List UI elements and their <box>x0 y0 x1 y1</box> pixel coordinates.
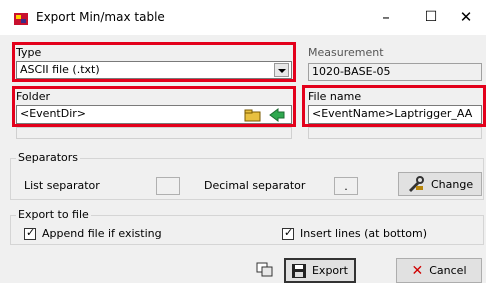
window-title: Export Min/max table <box>36 10 165 24</box>
checkmark-icon: ✓ <box>284 226 294 239</box>
append-checkbox[interactable]: ✓ <box>24 226 36 240</box>
change-label: Change <box>431 177 474 191</box>
folder-extra-row <box>16 127 292 139</box>
separators-title: Separators <box>16 151 81 164</box>
close-button[interactable]: ✕ <box>446 2 486 34</box>
measurement-field: 1020-BASE-05 <box>308 63 482 81</box>
copy-icon[interactable] <box>256 262 274 278</box>
measurement-label: Measurement <box>308 46 384 59</box>
decimal-separator-label: Decimal separator <box>204 179 306 192</box>
export-label: Export <box>311 264 348 277</box>
append-label: Append file if existing <box>42 227 162 240</box>
export-to-file-title: Export to file <box>16 208 91 221</box>
cancel-label: Cancel <box>429 264 467 277</box>
maximize-button[interactable]: ☐ <box>411 2 451 34</box>
minimize-button[interactable]: – <box>366 2 406 34</box>
save-icon <box>291 263 306 278</box>
filename-extra-row <box>308 127 482 139</box>
insert-lines-label: Insert lines (at bottom) <box>300 227 428 240</box>
cancel-button[interactable]: ✕ Cancel <box>396 258 482 283</box>
export-dialog: Export Min/max table – ☐ ✕ Type ASCII fi… <box>0 0 486 283</box>
filename-highlight <box>302 85 486 127</box>
title-bar: Export Min/max table – ☐ ✕ <box>0 0 486 35</box>
app-icon <box>14 13 28 25</box>
cancel-x-icon: ✕ <box>411 262 424 279</box>
tools-icon <box>409 176 424 192</box>
list-separator-field[interactable] <box>156 177 180 195</box>
folder-highlight <box>12 86 296 127</box>
measurement-value: 1020-BASE-05 <box>312 65 391 78</box>
type-highlight <box>12 42 296 82</box>
export-button[interactable]: Export <box>284 258 356 283</box>
list-separator-label: List separator <box>24 179 100 192</box>
decimal-separator-field[interactable]: . <box>334 177 358 195</box>
checkmark-icon: ✓ <box>26 226 36 239</box>
insert-lines-checkbox[interactable]: ✓ <box>282 226 294 240</box>
change-button[interactable]: Change <box>398 172 482 196</box>
